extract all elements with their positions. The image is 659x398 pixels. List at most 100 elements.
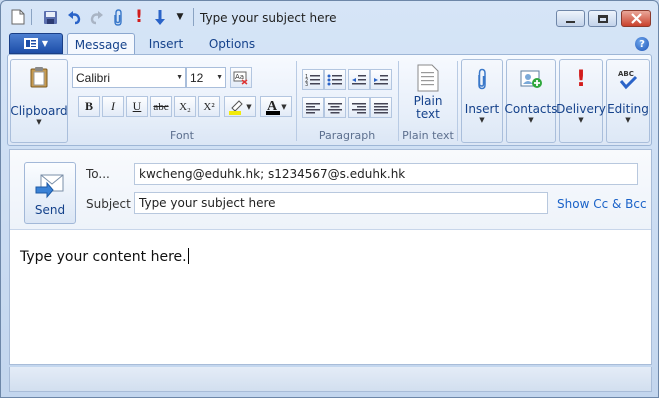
paragraph-group: 123 Paragraph (300, 59, 394, 143)
chevron-down-icon: ▼ (479, 116, 485, 124)
send-mail-icon (35, 174, 64, 199)
address-header: Send To... kwcheng@eduhk.hk; s1234567@s.… (10, 150, 651, 230)
text-cursor (187, 248, 189, 264)
paragraph-group-label: Paragraph (318, 129, 376, 142)
chevron-down-icon: ▼ (281, 102, 287, 111)
italic-button[interactable]: I (102, 96, 124, 117)
tab-options[interactable]: Options (201, 33, 263, 55)
exclamation-icon: ! (575, 66, 587, 92)
contacts-button[interactable]: Contacts ▼ (504, 59, 558, 143)
save-icon[interactable] (41, 8, 59, 26)
maximize-icon (597, 14, 608, 23)
clipboard-label: Clipboard (10, 104, 68, 118)
attach-icon[interactable] (110, 8, 126, 26)
paperclip-icon (469, 66, 495, 92)
customize-toolbar-icon[interactable]: ▼ (174, 8, 186, 26)
undo-icon[interactable] (65, 8, 83, 26)
editing-group: ABC Editing ▼ (606, 59, 650, 143)
send-label: Send (34, 203, 66, 217)
align-left-icon (306, 102, 320, 113)
bold-button[interactable]: B (78, 96, 100, 117)
insert-button[interactable]: Insert ▼ (461, 59, 503, 143)
ribbon-tabs: ▼ Message Insert Options ? (1, 32, 658, 55)
message-body[interactable]: Type your content here. (20, 248, 189, 265)
show-cc-bcc-link[interactable]: Show Cc & Bcc (557, 197, 647, 211)
maximize-button[interactable] (588, 10, 617, 27)
justify-button[interactable] (370, 97, 392, 118)
clear-formatting-icon: Aa (233, 71, 248, 85)
new-document-icon[interactable] (9, 8, 27, 26)
tab-insert[interactable]: Insert (141, 33, 191, 55)
contacts-group: Contacts ▼ (504, 59, 558, 143)
clipboard-button[interactable]: Clipboard ▼ (10, 59, 68, 143)
chevron-down-icon: ▼ (216, 74, 223, 81)
status-bar (9, 367, 652, 392)
chevron-down-icon: ▼ (36, 118, 42, 126)
highlight-color-button[interactable]: ▼ (224, 96, 256, 117)
chevron-down-icon: ▼ (176, 74, 183, 81)
redo-icon[interactable] (87, 8, 105, 26)
close-button[interactable] (621, 10, 651, 27)
editing-label: Editing (607, 102, 649, 116)
superscript-button[interactable]: X² (198, 96, 220, 117)
chevron-down-icon: ▼ (625, 116, 631, 124)
help-icon[interactable]: ? (635, 37, 649, 51)
contacts-label: Contacts (504, 102, 558, 116)
send-button[interactable]: Send (24, 162, 76, 224)
subject-field[interactable]: Type your subject here (134, 192, 548, 214)
strikethrough-button[interactable]: abc (150, 96, 172, 117)
application-menu-button[interactable]: ▼ (9, 33, 63, 54)
bullet-list-button[interactable] (324, 69, 346, 90)
decrease-indent-icon (352, 74, 366, 84)
chevron-down-icon: ▼ (528, 116, 534, 124)
close-icon (630, 13, 642, 24)
insert-group: Insert ▼ (461, 59, 503, 143)
window-title: Type your subject here (200, 11, 337, 25)
contacts-icon (518, 66, 544, 92)
align-center-button[interactable] (324, 97, 346, 118)
minimize-icon (566, 20, 575, 23)
subscript-button[interactable]: X₂ (174, 96, 196, 117)
bullet-list-icon (327, 74, 342, 85)
align-right-button[interactable] (348, 97, 370, 118)
importance-high-icon[interactable]: ! (132, 7, 146, 27)
align-center-icon (328, 102, 342, 113)
clear-formatting-button[interactable]: Aa (230, 67, 252, 88)
align-left-button[interactable] (302, 97, 324, 118)
increase-indent-icon (374, 74, 388, 84)
importance-low-icon[interactable] (152, 8, 168, 26)
clipboard-group: Clipboard ▼ (10, 59, 68, 143)
plain-text-label-line2: text (416, 107, 440, 121)
minimize-button[interactable] (556, 10, 585, 27)
font-color-button[interactable]: A ▼ (260, 96, 292, 117)
spell-check-icon: ABC (615, 66, 641, 92)
to-button[interactable]: To... (86, 167, 110, 181)
highlighter-icon (229, 99, 244, 115)
increase-indent-button[interactable] (370, 69, 392, 90)
chevron-down-icon: ▼ (578, 116, 584, 124)
tab-message[interactable]: Message (67, 33, 135, 55)
chevron-down-icon: ▼ (41, 39, 49, 48)
decrease-indent-button[interactable] (348, 69, 370, 90)
to-field[interactable]: kwcheng@eduhk.hk; s1234567@s.eduhk.hk (134, 163, 638, 185)
insert-label: Insert (464, 102, 500, 116)
font-group: Calibri ▼ 12 ▼ Aa B I U abc X₂ X² ▼ A ▼ (70, 59, 294, 143)
font-color-icon: A (266, 99, 281, 115)
font-family-select[interactable]: Calibri ▼ (72, 67, 186, 88)
subject-label: Subject (86, 197, 131, 211)
plain-text-button[interactable]: Plain text (404, 61, 452, 125)
delivery-button[interactable]: ! Delivery ▼ (556, 59, 606, 143)
plain-text-document-icon (415, 61, 441, 95)
justify-icon (374, 102, 388, 113)
plain-text-group: Plain text Plain text (402, 59, 454, 143)
numbered-list-button[interactable]: 123 (302, 69, 324, 90)
delivery-group: ! Delivery ▼ (556, 59, 606, 143)
svg-text:3: 3 (305, 82, 308, 87)
message-body-text: Type your content here. (20, 249, 187, 265)
clipboard-icon (26, 64, 52, 90)
font-size-select[interactable]: 12 ▼ (186, 67, 226, 88)
plain-text-group-label: Plain text (402, 129, 454, 142)
chevron-down-icon: ▼ (246, 102, 252, 111)
underline-button[interactable]: U (126, 96, 148, 117)
editing-button[interactable]: ABC Editing ▼ (606, 59, 650, 143)
